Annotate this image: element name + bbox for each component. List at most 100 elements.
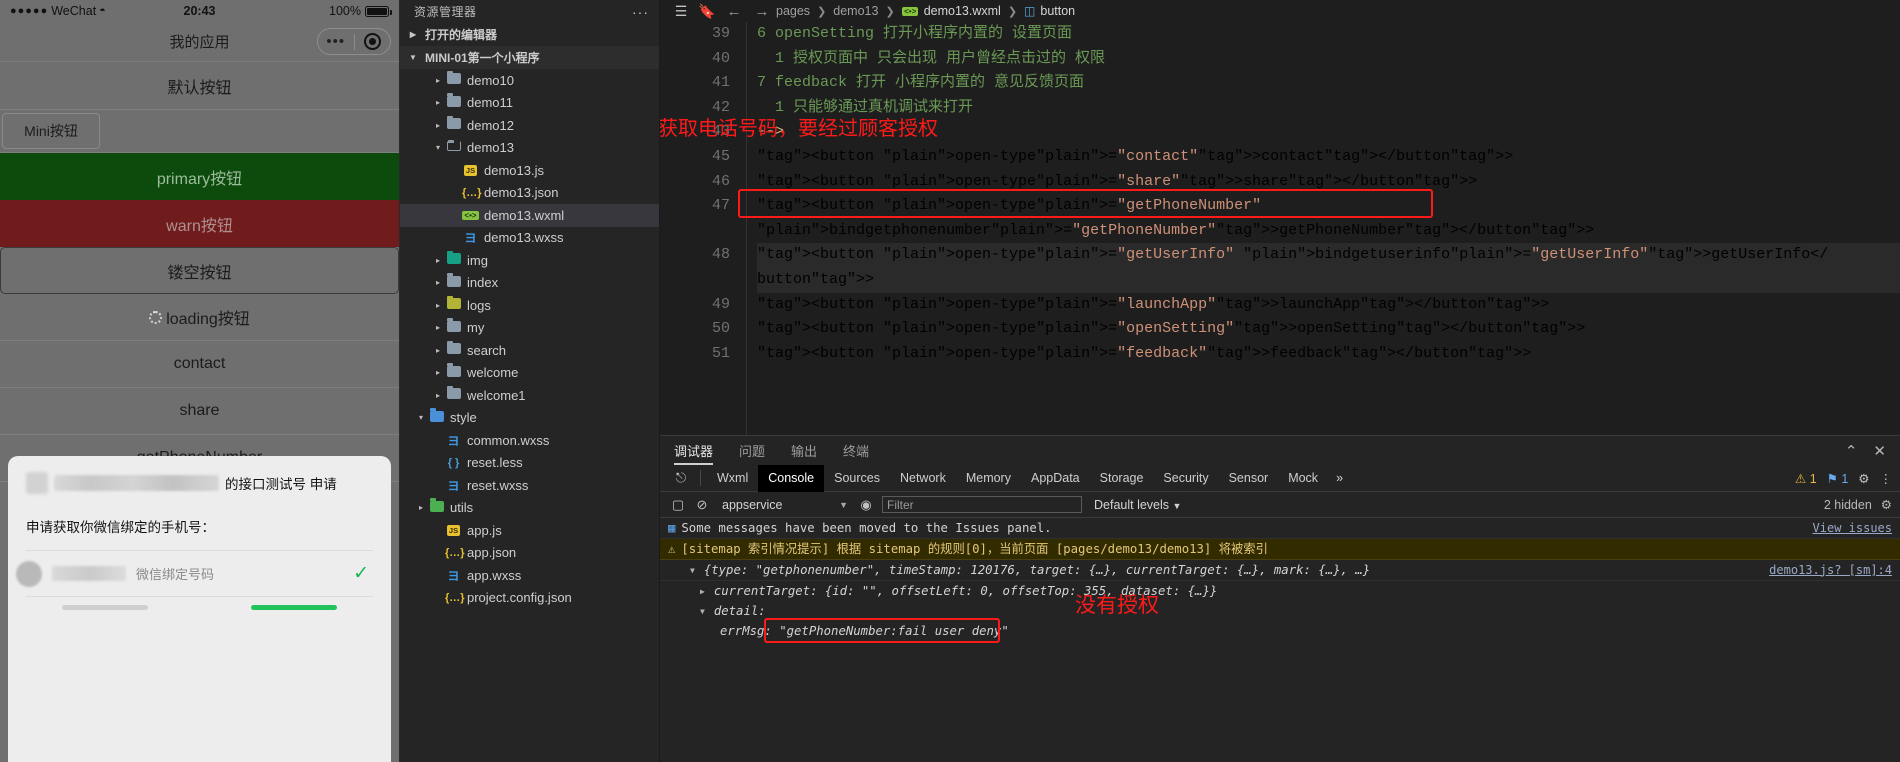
contact-button[interactable]: contact [0, 341, 399, 388]
breadcrumb-demo13[interactable]: demo13 [833, 4, 878, 18]
expand-triangle-icon[interactable]: ▼ [690, 562, 695, 579]
log-row-info[interactable]: ▦ Some messages have been moved to the I… [660, 518, 1900, 539]
tab-debugger[interactable]: 调试器 [674, 436, 713, 465]
nav-forward-icon[interactable]: → [748, 3, 776, 20]
inspect-icon[interactable]: ⎋ [668, 470, 694, 486]
code-line[interactable]: "tag"><button "plain">open-type"plain">=… [757, 317, 1900, 342]
tab-sensor[interactable]: Sensor [1219, 465, 1279, 492]
tab-network[interactable]: Network [890, 465, 956, 492]
log-row-currenttarget[interactable]: ▶ currentTarget: {id: "", offsetLeft: 0,… [660, 581, 1900, 601]
code-line[interactable]: 6 openSetting 打开小程序内置的 设置页面 [757, 22, 1900, 47]
mini-button[interactable]: Mini按钮 [2, 113, 100, 149]
close-target-icon[interactable] [355, 33, 391, 50]
code-line[interactable]: "tag"><button "plain">open-type"plain">=… [757, 342, 1900, 367]
tree-item-reset-wxss[interactable]: ヨ reset.wxss [400, 474, 659, 497]
phone-option-row[interactable]: 微信绑定号码 ✓ [16, 550, 373, 596]
tree-item-app-js[interactable]: JS app.js [400, 519, 659, 542]
log-row-detail[interactable]: ▼ detail: 没有授权 [660, 595, 1900, 621]
section-open-editors[interactable]: ▶ 打开的编辑器 [400, 23, 659, 46]
editor-scrollbar[interactable] [1888, 22, 1900, 435]
tree-item-demo13-wxss[interactable]: ヨ demo13.wxss [400, 227, 659, 250]
tree-item-demo13-json[interactable]: {…} demo13.json [400, 182, 659, 205]
log-row-errmsg[interactable]: errMsg: "getPhoneNumber:fail user deny" [660, 618, 1900, 643]
tree-item-utils[interactable]: ▸ utils [400, 497, 659, 520]
tree-item-demo12[interactable]: ▸ demo12 [400, 114, 659, 137]
tabs-overflow-icon[interactable]: » [1328, 471, 1351, 485]
console-log[interactable]: ▦ Some messages have been moved to the I… [660, 518, 1900, 762]
tree-item-demo11[interactable]: ▸ demo11 [400, 92, 659, 115]
tree-item-img[interactable]: ▸ img [400, 249, 659, 272]
primary-button[interactable]: primary按钮 [0, 153, 399, 200]
code-editor[interactable]: 39 40 41 42 43 45 46 47 48 49 50 51 6 openSetting 打… [660, 22, 1900, 435]
panel-icon[interactable]: ▢ [666, 497, 690, 513]
source-link[interactable]: demo13.js? [sm]:4 [1769, 562, 1892, 579]
log-row-object[interactable]: ▼ {type: "getphonenumber", timeStamp: 12… [660, 560, 1900, 581]
tab-output[interactable]: 输出 [791, 436, 817, 465]
default-button[interactable]: 默认按钮 [0, 62, 399, 110]
tree-item-style[interactable]: ▾ style [400, 407, 659, 430]
share-button[interactable]: share [0, 388, 399, 435]
code-line[interactable]: "plain">bindgetphonenumber"plain">="getP… [757, 219, 1900, 244]
tree-item-demo13-js[interactable]: JS demo13.js [400, 159, 659, 182]
section-project[interactable]: ▼ MINI-01第一个小程序 [400, 46, 659, 69]
tree-item-index[interactable]: ▸ index [400, 272, 659, 295]
tab-security[interactable]: Security [1153, 465, 1218, 492]
log-row-warning[interactable]: ⚠ [sitemap 索引情况提示] 根据 sitemap 的规则[0]，当前页… [660, 539, 1900, 560]
clear-console-icon[interactable]: ⊘ [690, 497, 714, 513]
gear-icon[interactable]: ⚙ [1858, 471, 1869, 486]
warn-button[interactable]: warn按钮 [0, 200, 399, 247]
loading-button[interactable]: loading按钮 [0, 294, 399, 341]
tab-sources[interactable]: Sources [824, 465, 890, 492]
tree-item-search[interactable]: ▸ search [400, 339, 659, 362]
breadcrumb-pages[interactable]: pages [776, 4, 810, 18]
breadcrumb-symbol[interactable]: button [1040, 4, 1075, 18]
tree-item-demo13-wxml[interactable]: <•> demo13.wxml [400, 204, 659, 227]
tree-item-common-wxss[interactable]: ヨ common.wxss [400, 429, 659, 452]
warning-badge[interactable]: ⚠ 1 [1795, 471, 1817, 486]
code-line[interactable]: button"tag">> [757, 267, 1900, 293]
tab-storage[interactable]: Storage [1090, 465, 1154, 492]
code-lines[interactable]: 6 openSetting 打开小程序内置的 设置页面 1 授权页面中 只会出现… [746, 22, 1900, 435]
context-selector[interactable]: appservice ▼ [714, 498, 854, 512]
expand-triangle-icon[interactable]: ▶ [700, 583, 705, 600]
tree-item-welcome1[interactable]: ▸ welcome1 [400, 384, 659, 407]
filter-input[interactable]: Filter [882, 496, 1082, 513]
tree-item-app-wxss[interactable]: ヨ app.wxss [400, 564, 659, 587]
tree-item-welcome[interactable]: ▸ welcome [400, 362, 659, 385]
nav-back-icon[interactable]: ← [720, 3, 748, 20]
view-issues-link[interactable]: View issues [1813, 520, 1892, 537]
tab-wxml[interactable]: Wxml [707, 465, 758, 492]
modal-confirm-button[interactable] [251, 605, 337, 610]
tree-item-logs[interactable]: ▸ logs [400, 294, 659, 317]
tree-item-reset-less[interactable]: { } reset.less [400, 452, 659, 475]
code-line[interactable]: 7 feedback 打开 小程序内置的 意见反馈页面 [757, 71, 1900, 96]
code-line[interactable]: "tag"><button "plain">open-type"plain">=… [757, 194, 1900, 219]
gear-icon[interactable]: ⚙ [1881, 497, 1892, 512]
collapse-icon[interactable]: ⌃ [1845, 442, 1858, 460]
modal-cancel-button[interactable] [62, 605, 148, 610]
tree-item-my[interactable]: ▸ my [400, 317, 659, 340]
tree-item-demo13[interactable]: ▾ demo13 [400, 137, 659, 160]
kebab-icon[interactable]: ⋮ [1880, 471, 1893, 486]
tree-item-project-config-json[interactable]: {…} project.config.json [400, 587, 659, 610]
message-badge[interactable]: ⚑ 1 [1827, 471, 1849, 486]
code-line[interactable]: "tag"><button "plain">open-type"plain">=… [757, 170, 1900, 195]
levels-selector[interactable]: Default levels ▼ [1094, 498, 1181, 512]
code-line[interactable]: "tag"><button "plain">open-type"plain">=… [757, 145, 1900, 170]
tab-console[interactable]: Console [758, 464, 825, 492]
tab-memory[interactable]: Memory [956, 465, 1021, 492]
tree-item-demo10[interactable]: ▸ demo10 [400, 69, 659, 92]
outline-list-icon[interactable]: ☰ [668, 3, 694, 20]
eye-icon[interactable]: ◉ [854, 497, 878, 513]
tab-problems[interactable]: 问题 [739, 436, 765, 465]
expand-triangle-icon[interactable]: ▼ [700, 603, 705, 620]
close-icon[interactable]: ✕ [1873, 442, 1886, 460]
tab-mock[interactable]: Mock [1278, 465, 1328, 492]
tab-appdata[interactable]: AppData [1021, 465, 1090, 492]
code-line[interactable]: "tag"><button "plain">open-type"plain">=… [757, 243, 1900, 268]
breadcrumb-file[interactable]: demo13.wxml [924, 4, 1001, 18]
tab-terminal[interactable]: 终端 [843, 436, 869, 465]
code-line[interactable]: "tag"><button "plain">open-type"plain">=… [757, 293, 1900, 318]
explorer-more-icon[interactable]: ··· [632, 4, 649, 20]
hollow-button[interactable]: 镂空按钮 [0, 247, 399, 294]
